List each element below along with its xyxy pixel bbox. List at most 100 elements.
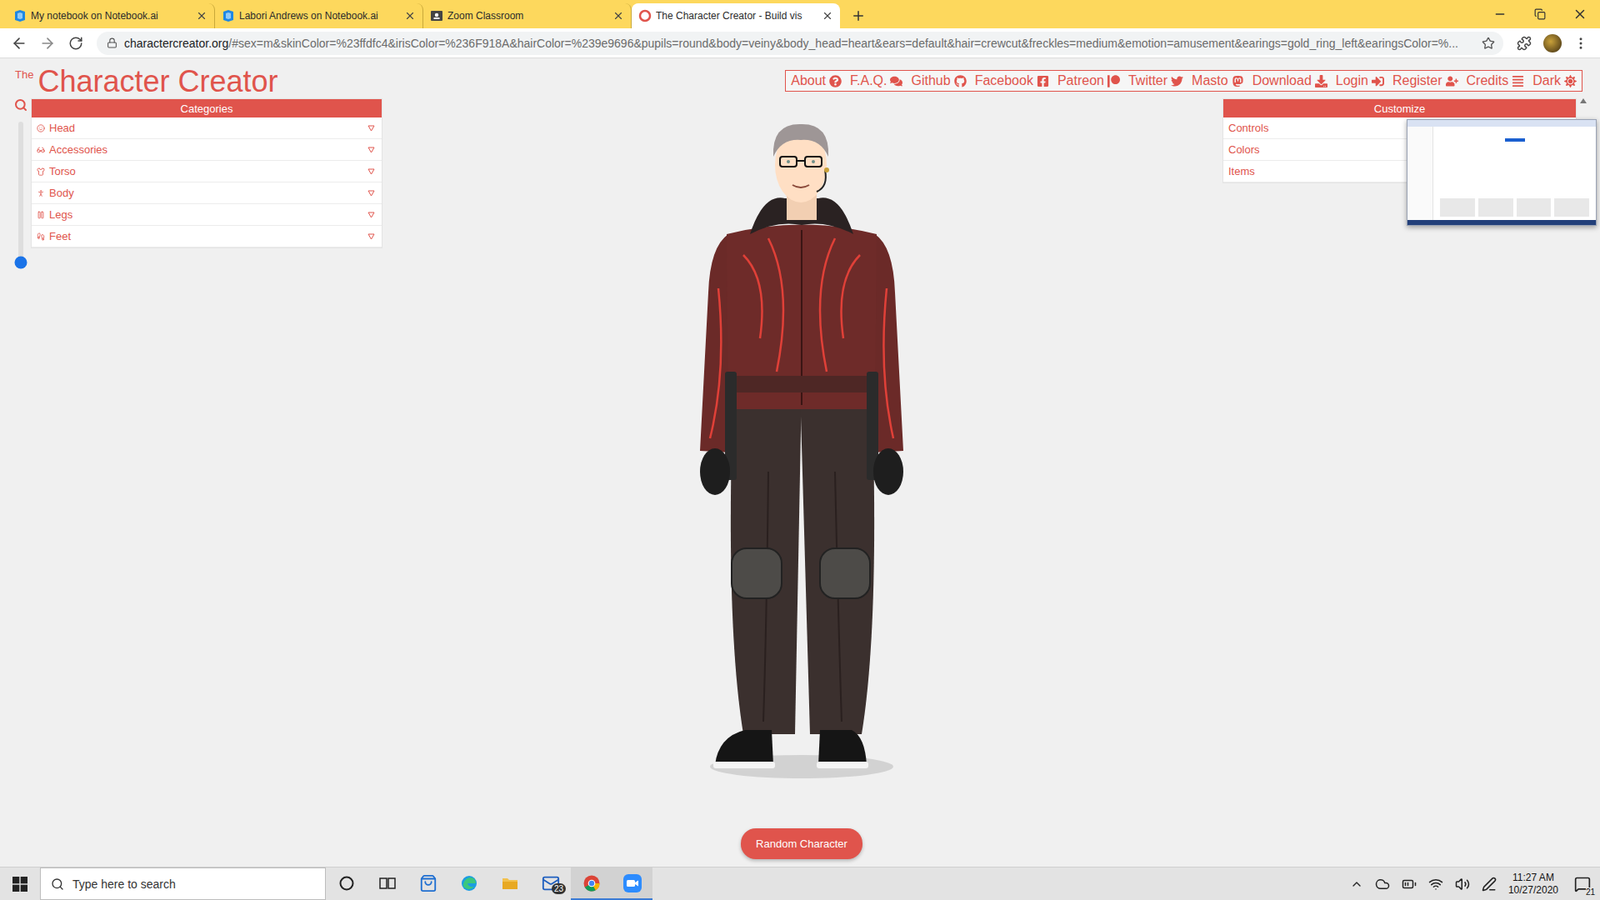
scroll-up-icon[interactable] xyxy=(1580,98,1587,104)
taskbar-app[interactable] xyxy=(366,867,408,900)
nav-link[interactable]: F.A.Q. xyxy=(850,73,903,89)
nav-link[interactable]: Download xyxy=(1252,73,1328,89)
clock[interactable]: 11:27 AM10/27/2020 xyxy=(1508,871,1559,897)
taskbar-app[interactable] xyxy=(489,867,530,900)
nav-link[interactable]: Twitter xyxy=(1128,73,1184,89)
back-button[interactable] xyxy=(6,30,32,56)
edge-icon xyxy=(460,874,479,893)
left-column: CategoriesHeadAccessoriesTorsoBodyLegsFe… xyxy=(0,98,381,867)
nav-link[interactable]: Masto xyxy=(1191,73,1245,89)
nav-link[interactable]: Register xyxy=(1392,73,1459,89)
close-tab-icon[interactable] xyxy=(821,10,834,22)
zoom-slider-thumb[interactable] xyxy=(14,256,27,270)
address-bar[interactable]: charactercreator.org/#sex=m&skinColor=%2… xyxy=(96,31,1504,55)
browser-tab[interactable]: Labori Andrews on Notebook.ai xyxy=(215,3,424,29)
tab-title: Zoom Classroom xyxy=(447,10,609,22)
close-icon xyxy=(1572,6,1588,22)
random-character-button[interactable]: Random Character xyxy=(740,828,863,860)
close-tab-icon[interactable] xyxy=(195,10,208,22)
menu-button[interactable] xyxy=(1568,30,1594,56)
task-view-icon xyxy=(378,875,397,892)
forward-arrow-icon xyxy=(39,35,56,52)
minimize-button[interactable] xyxy=(1480,0,1520,29)
classroom-favicon-icon xyxy=(430,9,444,23)
puzzle-icon xyxy=(1516,35,1532,51)
show-hidden-icons-icon[interactable] xyxy=(1350,877,1364,891)
thumbnail-taskbar xyxy=(1407,220,1596,225)
wifi-icon[interactable] xyxy=(1428,876,1444,892)
categories-header: Categories xyxy=(31,99,382,118)
forward-button[interactable] xyxy=(35,30,60,56)
bookmark-star-icon[interactable] xyxy=(1481,36,1495,50)
browser-tab[interactable]: My notebook on Notebook.ai xyxy=(6,3,215,29)
notebook-favicon-icon xyxy=(221,9,235,23)
customize-header: Customize xyxy=(1223,99,1576,118)
faq-icon xyxy=(890,75,903,88)
category-item[interactable]: Torso xyxy=(31,160,382,183)
lock-icon xyxy=(106,37,118,49)
taskbar-app[interactable] xyxy=(325,867,367,900)
accessories-icon xyxy=(36,145,45,155)
character-figure xyxy=(693,121,910,780)
close-window-button[interactable] xyxy=(1560,0,1600,29)
nav-bar: About F.A.Q. Github Facebook Patreon Twitter M… xyxy=(785,70,1583,92)
nav-link[interactable]: Patreon xyxy=(1057,73,1120,89)
search-icon[interactable] xyxy=(14,98,28,112)
taskbar-app[interactable] xyxy=(407,867,449,900)
category-item[interactable]: Body xyxy=(31,182,382,205)
thumbnail-tile xyxy=(1478,198,1514,217)
category-item[interactable]: Head xyxy=(31,117,382,140)
close-tab-icon[interactable] xyxy=(612,10,625,22)
chrome-icon xyxy=(582,874,601,893)
notifications-button[interactable]: 21 xyxy=(1570,871,1595,897)
start-button[interactable] xyxy=(0,867,40,900)
app-badge: 23 xyxy=(551,883,566,895)
taskbar-search[interactable]: Type here to search xyxy=(40,867,326,900)
nav-link[interactable]: Login xyxy=(1335,73,1385,89)
character-stage: Random Character xyxy=(380,98,1223,867)
thumbnail-tile xyxy=(1516,198,1552,217)
body-icon xyxy=(36,189,45,198)
volume-icon[interactable] xyxy=(1455,876,1470,892)
dropdown-triangle-icon xyxy=(367,125,375,132)
screen-share-thumbnail[interactable] xyxy=(1406,119,1597,226)
dropdown-triangle-icon xyxy=(367,146,375,154)
nav-link[interactable]: Github xyxy=(910,73,966,89)
taskbar-app[interactable] xyxy=(448,867,490,900)
thumbnail-body xyxy=(1407,126,1596,220)
close-tab-icon[interactable] xyxy=(404,10,416,22)
thumbnail-content xyxy=(1433,126,1596,220)
dropdown-triangle-icon xyxy=(367,211,375,219)
browser-tab[interactable]: The Character Creator - Build vis xyxy=(631,3,840,29)
battery-icon[interactable] xyxy=(1401,876,1417,892)
category-item[interactable]: Feet xyxy=(31,225,382,248)
onedrive-icon[interactable] xyxy=(1375,876,1390,892)
thumbnail-tile xyxy=(1440,198,1475,217)
taskbar-app[interactable]: 23 xyxy=(530,867,571,900)
windows-logo-icon xyxy=(12,876,28,892)
taskbar-app[interactable] xyxy=(611,867,653,900)
tab-strip: My notebook on Notebook.ai Labori Andrews… xyxy=(0,0,1600,29)
extensions-button[interactable] xyxy=(1511,30,1537,56)
restore-icon xyxy=(1534,8,1546,20)
nav-link[interactable]: About xyxy=(790,73,842,89)
tab-title: Labori Andrews on Notebook.ai xyxy=(239,10,400,22)
nav-link[interactable]: Credits xyxy=(1466,73,1525,89)
nav-link[interactable]: Dark xyxy=(1532,73,1577,89)
github-icon xyxy=(954,75,967,88)
category-item[interactable]: Legs xyxy=(31,204,382,226)
pen-workspace-icon[interactable] xyxy=(1481,876,1497,892)
new-tab-button[interactable] xyxy=(846,3,870,29)
zoom-slider[interactable] xyxy=(18,121,24,263)
cortana-icon xyxy=(338,875,355,892)
site-logo[interactable]: TheCharacter Creator xyxy=(15,65,279,99)
taskbar-app[interactable] xyxy=(570,867,612,900)
profile-button[interactable] xyxy=(1540,30,1565,56)
restore-button[interactable] xyxy=(1520,0,1560,29)
reload-button[interactable] xyxy=(63,30,89,56)
torso-icon xyxy=(36,167,45,176)
browser-tab[interactable]: Zoom Classroom xyxy=(423,3,632,29)
back-arrow-icon xyxy=(10,35,28,52)
category-item[interactable]: Accessories xyxy=(31,139,382,161)
nav-link[interactable]: Facebook xyxy=(975,73,1050,89)
